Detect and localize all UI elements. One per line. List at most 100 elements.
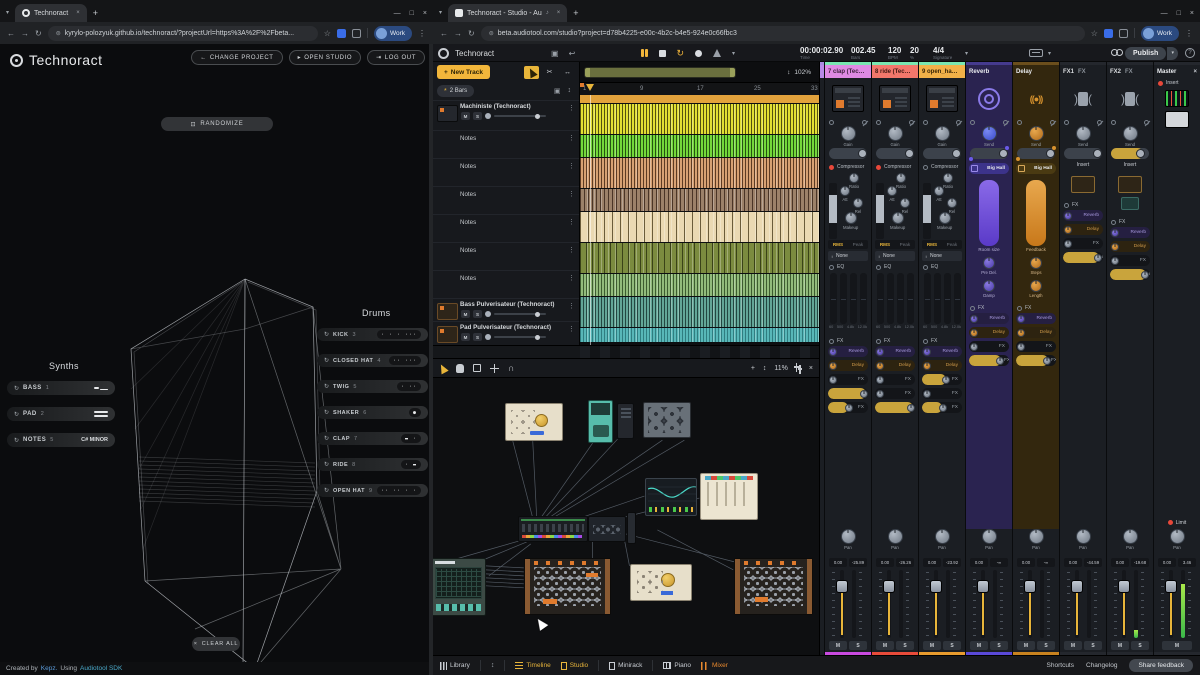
eq-band-slider[interactable] (897, 273, 904, 324)
gain-slider[interactable] (923, 148, 961, 159)
address-bar[interactable]: ⊜ kyrylo-polozyuk.github.io/technoract/?… (48, 26, 318, 41)
tab-close-icon[interactable]: × (557, 10, 561, 16)
timeline-zoom-level[interactable]: 102% (794, 69, 811, 76)
mute-button[interactable]: M (1064, 641, 1082, 650)
profile-chip[interactable]: Work (1141, 26, 1179, 41)
send-knob[interactable] (829, 348, 837, 356)
track-menu-icon[interactable]: ⋮ (568, 325, 575, 333)
transport-bpm[interactable]: 120BPM (888, 46, 901, 60)
save-icon[interactable]: ▣ (551, 49, 559, 58)
transport-time[interactable]: 00:00:02.90Time (800, 46, 843, 60)
send-slot-fx[interactable]: FX (828, 402, 868, 413)
clip-lane[interactable] (580, 297, 819, 327)
panel-resize-icon[interactable]: ↕ (491, 662, 495, 669)
insert-thumbnail[interactable] (1118, 176, 1142, 193)
send-slot-fx[interactable]: FX (828, 388, 868, 399)
makeup-knob[interactable] (939, 212, 951, 224)
channel-name[interactable]: 7 clap (Tec… (825, 65, 871, 78)
send-knob[interactable] (1094, 254, 1102, 262)
send-slider[interactable] (1064, 148, 1102, 159)
clip-lane[interactable] (580, 189, 819, 211)
browser-menu-icon[interactable]: ⋮ (418, 29, 426, 38)
solo-button[interactable]: S (1037, 641, 1055, 650)
send-slot-fx[interactable]: FX (1016, 355, 1056, 366)
send-knob[interactable] (996, 357, 1004, 365)
pan-knob[interactable] (982, 529, 997, 544)
send-knob[interactable] (1111, 229, 1119, 237)
device-thumbnail[interactable] (437, 326, 458, 343)
fader-handle[interactable] (1118, 580, 1130, 593)
send-knob[interactable] (829, 362, 837, 370)
move-tool[interactable] (490, 364, 499, 373)
channel-name[interactable]: Master × (1154, 65, 1200, 78)
ratio-knob[interactable] (943, 173, 953, 183)
pan-knob[interactable] (1076, 529, 1091, 544)
loop-marker[interactable] (580, 83, 584, 87)
new-tab-button[interactable]: + (93, 8, 98, 18)
solo-button[interactable]: S (990, 641, 1008, 650)
device-settings-icon[interactable] (796, 363, 801, 374)
eq-band-slider[interactable] (877, 273, 884, 324)
pan-knob[interactable] (485, 334, 491, 340)
send-knob[interactable] (1064, 226, 1072, 234)
fader-handle[interactable] (836, 580, 848, 593)
loop-button[interactable]: ↻ (677, 48, 685, 59)
compressor-power[interactable] (829, 165, 834, 170)
sidechain-select[interactable]: ↕None (828, 251, 868, 261)
gain-slider[interactable] (876, 148, 914, 159)
send-slot-fx[interactable]: FX (1016, 341, 1056, 352)
tab-search-icon[interactable]: ▾ (439, 9, 442, 16)
solo-button[interactable]: S (1084, 641, 1102, 650)
channel-name[interactable]: Delay (1013, 65, 1059, 78)
pan-knob[interactable] (935, 529, 950, 544)
insert-thumbnail[interactable] (1121, 197, 1139, 210)
send-slot-reverb[interactable]: Reverb (969, 313, 1009, 324)
send-slot-fx[interactable]: FX (922, 388, 962, 399)
fader-handle[interactable] (1071, 580, 1083, 593)
rel-knob[interactable] (947, 198, 957, 208)
channel-device-thumbnail[interactable] (926, 85, 958, 112)
bottom-tab-minirack[interactable]: Minirack (609, 662, 642, 670)
pan-knob[interactable] (888, 529, 903, 544)
track-menu-icon[interactable]: ⋮ (568, 190, 575, 198)
reroll-icon[interactable]: ↻ (324, 487, 329, 494)
device-pedal-teal[interactable] (588, 400, 613, 443)
send-slot-delay[interactable]: Delay (828, 360, 868, 371)
canvas-zoom-icon[interactable]: ↕ (763, 365, 767, 372)
send-knob[interactable] (1076, 126, 1091, 141)
track-row[interactable]: Bass Pulverisateur (Technoract) ⋮ M S (433, 298, 579, 321)
device-sliders-cream[interactable] (700, 473, 758, 520)
send-knob[interactable] (970, 343, 978, 351)
fader-handle[interactable] (977, 580, 989, 593)
clip-lanes[interactable] (580, 95, 819, 345)
send-slot-reverb[interactable]: Reverb (1110, 227, 1150, 238)
channel-fader[interactable] (1107, 568, 1153, 640)
timeline-ruler[interactable]: 19172533 (580, 82, 819, 95)
gain-knob[interactable] (935, 126, 950, 141)
snap-setting[interactable]: * 2 Bars (437, 85, 474, 97)
device-module[interactable] (588, 516, 626, 542)
tab-close-icon[interactable]: × (76, 10, 80, 16)
tempo-chevron-icon[interactable]: ▾ (965, 50, 968, 57)
gain-knob[interactable] (841, 126, 856, 141)
reroll-icon[interactable]: ↻ (324, 331, 329, 338)
send-knob[interactable] (845, 404, 853, 412)
clip-lane[interactable] (580, 158, 819, 188)
send-slider[interactable] (1111, 148, 1149, 159)
browser-menu-icon[interactable]: ⋮ (1185, 29, 1193, 38)
send-knob[interactable] (942, 376, 950, 384)
eq-band-slider[interactable] (924, 273, 931, 324)
eq-band-slider[interactable] (850, 273, 857, 324)
drum-row-kick[interactable]: ↻ KICK3 · · · ··· (317, 328, 428, 341)
send-slider[interactable] (970, 148, 1008, 159)
channel-fader[interactable] (1060, 568, 1106, 640)
timeline-scrollbar[interactable] (584, 67, 736, 78)
send-knob[interactable] (1141, 271, 1149, 279)
send-knob[interactable] (876, 390, 884, 398)
pan-knob[interactable] (1029, 529, 1044, 544)
send-knob[interactable] (939, 404, 947, 412)
send-slot-reverb[interactable]: Reverb (828, 346, 868, 357)
eq-band-slider[interactable] (934, 273, 941, 324)
publish-chevron[interactable]: ▾ (1167, 47, 1178, 60)
att-knob[interactable] (840, 186, 850, 196)
